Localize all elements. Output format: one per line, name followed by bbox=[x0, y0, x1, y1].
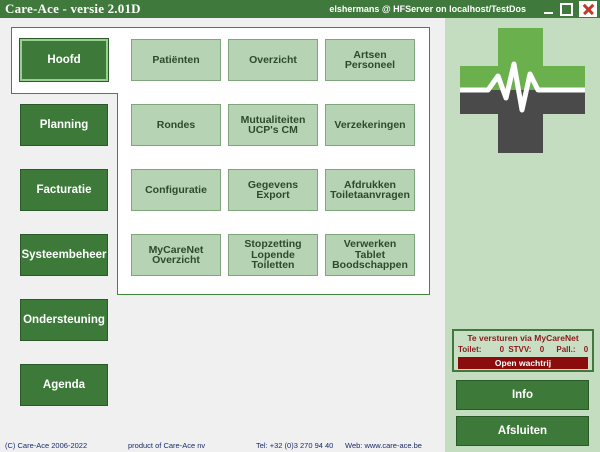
afsluiten-button[interactable]: Afsluiten bbox=[456, 416, 589, 446]
sidebar-item-facturatie[interactable]: Facturatie bbox=[20, 169, 108, 211]
mycarenet-counts: Toilet: 0 STVV: 0 Pall.: 0 bbox=[458, 345, 590, 354]
footer-copyright: (C) Care-Ace 2006-2022 bbox=[5, 441, 88, 450]
mutualiteiten-button[interactable]: Mutualiteiten UCP's CM bbox=[228, 104, 318, 146]
sidebar-item-ondersteuning[interactable]: Ondersteuning bbox=[20, 299, 108, 341]
footer-web: Web: www.care-ace.be bbox=[345, 441, 422, 450]
stopzetting-toiletten-button[interactable]: Stopzetting Lopende Toiletten bbox=[228, 234, 318, 276]
artsen-personeel-button[interactable]: Artsen Personeel bbox=[325, 39, 415, 81]
sidebar-item-systeembeheer[interactable]: Systeembeheer bbox=[20, 234, 108, 276]
mycarenet-overzicht-button[interactable]: MyCareNet Overzicht bbox=[131, 234, 221, 276]
stvv-count: 0 bbox=[539, 345, 545, 354]
toilet-label: Toilet: bbox=[458, 345, 482, 354]
care-cross-heartbeat-icon bbox=[460, 28, 585, 153]
footer-product: product of Care-Ace nv bbox=[128, 441, 206, 450]
footer-phone: Tel: +32 (0)3 270 94 40 bbox=[256, 441, 334, 450]
stvv-label: STVV: bbox=[508, 345, 532, 354]
mycarenet-title: Te versturen via MyCareNet bbox=[467, 333, 579, 343]
configuratie-button[interactable]: Configuratie bbox=[131, 169, 221, 211]
mycarenet-queue-panel: Te versturen via MyCareNet Toilet: 0 STV… bbox=[452, 329, 594, 372]
patienten-button[interactable]: Patiënten bbox=[131, 39, 221, 81]
sidebar-item-hoofd[interactable]: Hoofd bbox=[19, 38, 109, 82]
open-queue-button[interactable]: Open wachtrij bbox=[458, 357, 588, 369]
pall-count: 0 bbox=[583, 345, 589, 354]
verzekeringen-button[interactable]: Verzekeringen bbox=[325, 104, 415, 146]
rondes-button[interactable]: Rondes bbox=[131, 104, 221, 146]
afdrukken-toiletaanvragen-button[interactable]: Afdrukken Toiletaanvragen bbox=[325, 169, 415, 211]
sidebar-item-agenda[interactable]: Agenda bbox=[20, 364, 108, 406]
pall-label: Pall.: bbox=[556, 345, 576, 354]
toilet-count: 0 bbox=[499, 345, 505, 354]
gegevens-export-button[interactable]: Gegevens Export bbox=[228, 169, 318, 211]
overzicht-button[interactable]: Overzicht bbox=[228, 39, 318, 81]
info-button[interactable]: Info bbox=[456, 380, 589, 410]
sidebar-item-planning[interactable]: Planning bbox=[20, 104, 108, 146]
verwerken-boodschappen-button[interactable]: Verwerken Tablet Boodschappen bbox=[325, 234, 415, 276]
